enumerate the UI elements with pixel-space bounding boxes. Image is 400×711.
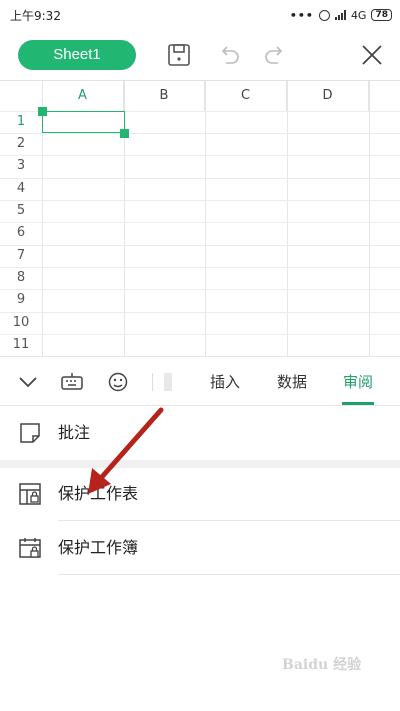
- undo-icon[interactable]: [216, 42, 242, 68]
- row-header-6[interactable]: 6: [0, 225, 42, 240]
- ribbon-separator: [152, 373, 153, 391]
- tab-insert[interactable]: 插入: [200, 357, 250, 407]
- grid-line: [205, 81, 206, 357]
- selection-handle-top-left[interactable]: [38, 107, 47, 116]
- protect-sheet-icon: [19, 483, 41, 505]
- network-type: 4G: [350, 8, 367, 22]
- signal-icon: [334, 10, 346, 20]
- menu-item-label: 保护工作簿: [58, 538, 139, 557]
- menu-item-protect-sheet[interactable]: 保护工作表: [0, 468, 400, 520]
- grid-line: [369, 81, 370, 357]
- grid-line: [0, 200, 400, 201]
- column-header-row: A B C D: [0, 81, 400, 111]
- list-divider: [58, 520, 400, 521]
- scrolled-tab-fragment: [164, 373, 172, 391]
- bottom-ribbon: 插入 数据 审阅: [0, 356, 400, 406]
- grid-line: [0, 289, 400, 290]
- watermark-text: Baidu 经验: [282, 657, 362, 673]
- more-notifications-icon: •••: [289, 8, 314, 22]
- column-header-c[interactable]: C: [205, 81, 287, 111]
- active-tab-indicator: [342, 402, 374, 405]
- chevron-down-icon[interactable]: [16, 370, 40, 394]
- menu-item-label: 批注: [58, 423, 91, 442]
- status-bar: 上午9:32 ••• 4G 78: [0, 0, 400, 30]
- row-header-1[interactable]: 1: [0, 114, 42, 129]
- grid-line: [0, 334, 400, 335]
- save-icon[interactable]: [166, 42, 192, 68]
- menu-item-comment[interactable]: 批注: [0, 407, 400, 459]
- grid-line: [0, 312, 400, 313]
- list-divider: [58, 574, 400, 575]
- clock: 上午9:32: [10, 8, 61, 23]
- column-header-a[interactable]: A: [42, 81, 124, 111]
- row-header-9[interactable]: 9: [0, 292, 42, 307]
- grid-line: [287, 81, 288, 357]
- emoji-icon[interactable]: [106, 370, 130, 394]
- row-header-5[interactable]: 5: [0, 203, 42, 218]
- spreadsheet-grid[interactable]: A B C D 1 2 3 4 5 6 7 8 9 10 11: [0, 80, 400, 357]
- row-header-4[interactable]: 4: [0, 181, 42, 196]
- sheet-name-button[interactable]: Sheet1: [18, 40, 136, 70]
- grid-line: [0, 222, 400, 223]
- grid-line: [0, 178, 400, 179]
- protect-workbook-icon: [19, 538, 41, 558]
- battery-icon: 78: [371, 9, 392, 21]
- selected-cell-a1[interactable]: [42, 111, 125, 133]
- grid-line: [0, 245, 400, 246]
- keyboard-icon[interactable]: [60, 370, 84, 394]
- redo-icon[interactable]: [262, 42, 288, 68]
- row-header-2[interactable]: 2: [0, 136, 42, 151]
- row-header-8[interactable]: 8: [0, 270, 42, 285]
- tab-review[interactable]: 审阅: [333, 357, 383, 407]
- grid-line: [0, 155, 400, 156]
- row-header-7[interactable]: 7: [0, 248, 42, 263]
- column-header-d[interactable]: D: [287, 81, 369, 111]
- row-header-11[interactable]: 11: [0, 337, 42, 352]
- close-icon[interactable]: [359, 42, 385, 68]
- grid-line: [0, 133, 400, 134]
- top-toolbar: Sheet1: [0, 30, 400, 78]
- tab-data[interactable]: 数据: [267, 357, 317, 407]
- status-icons: ••• 4G 78: [290, 9, 392, 22]
- selection-handle-bottom-right[interactable]: [120, 129, 129, 138]
- section-divider: [0, 460, 400, 468]
- row-header-3[interactable]: 3: [0, 158, 42, 173]
- comment-icon: [20, 423, 40, 443]
- menu-item-protect-workbook[interactable]: 保护工作簿: [0, 522, 400, 574]
- grid-line: [0, 267, 400, 268]
- row-header-10[interactable]: 10: [0, 315, 42, 330]
- menu-item-label: 保护工作表: [58, 484, 139, 503]
- column-header-b[interactable]: B: [124, 81, 205, 111]
- alarm-icon: [318, 9, 330, 21]
